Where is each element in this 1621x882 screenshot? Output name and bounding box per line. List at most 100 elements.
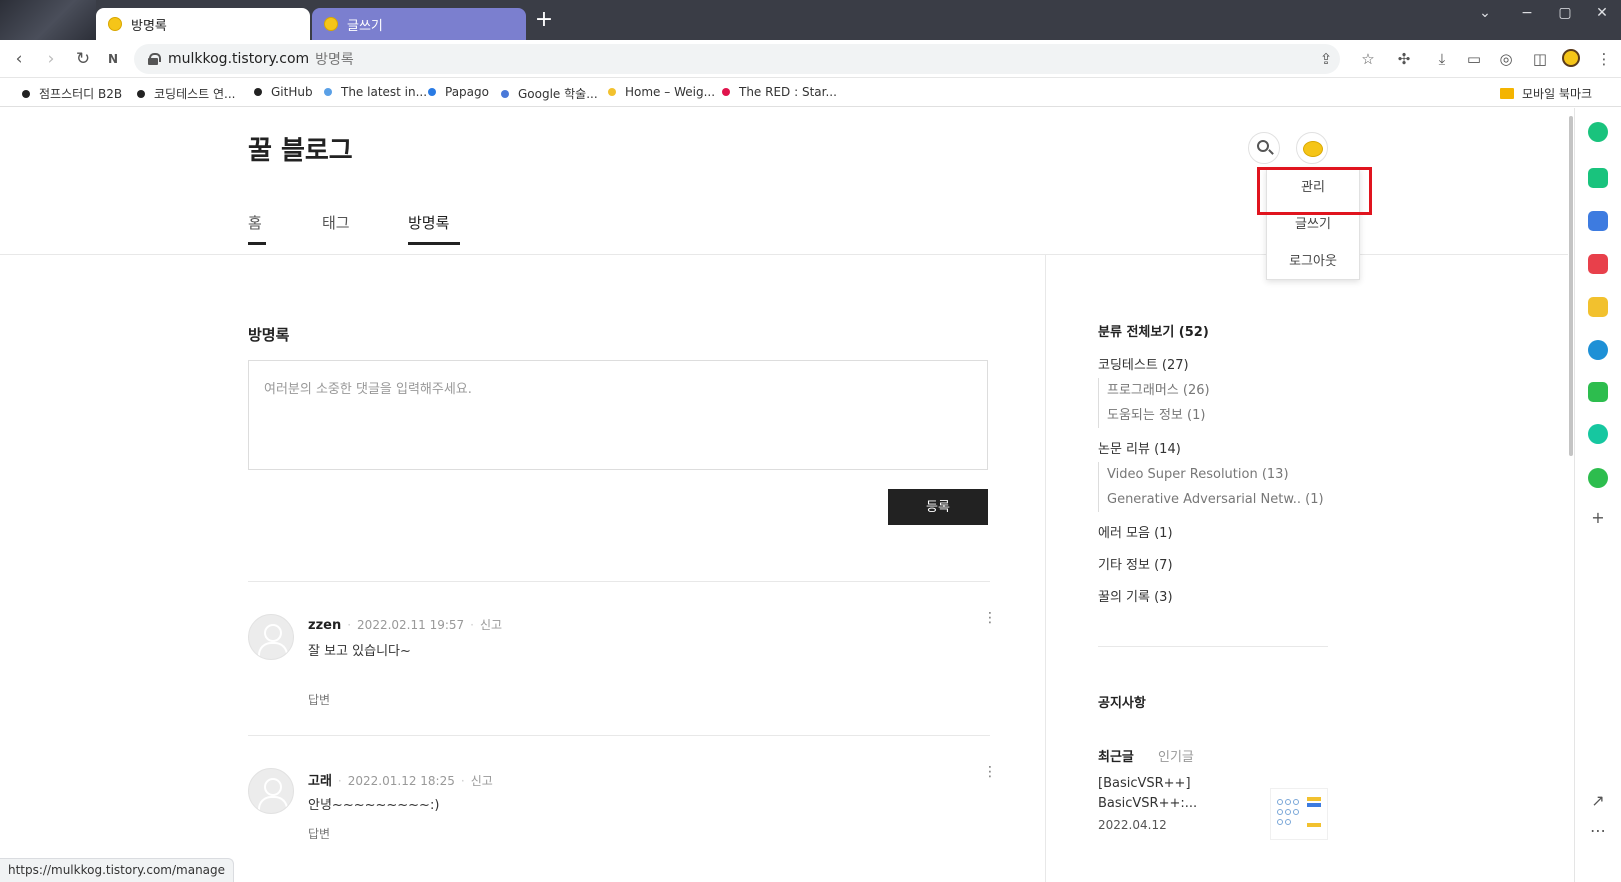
profile-avatar-icon[interactable] [1562, 49, 1582, 69]
reply-link[interactable]: 답변 [308, 691, 330, 708]
bookmark-dot-icon [324, 88, 332, 96]
more-options-icon[interactable]: ⋮ [983, 611, 997, 625]
recent-post-title-line2[interactable]: BasicVSR++:... [1098, 796, 1197, 811]
pocket-app-icon[interactable] [1588, 254, 1608, 274]
bookmark-label: The latest in... [341, 85, 428, 99]
bookmark-item[interactable]: GitHub [254, 85, 313, 99]
extensions-puzzle-icon[interactable]: ✣ [1394, 49, 1414, 69]
category-all[interactable]: 분류 전체보기 (52) [1098, 321, 1209, 340]
nav-active-bar [408, 242, 460, 245]
category-coding[interactable]: 코딩테스트 (27) [1098, 354, 1189, 373]
lock-icon[interactable] [148, 53, 161, 65]
more-options-icon[interactable]: ⋮ [983, 765, 997, 779]
bookmark-star-icon[interactable]: ☆ [1358, 49, 1378, 69]
thumb-mark [1285, 809, 1291, 815]
subcategory-programmers[interactable]: 프로그래머스 (26) [1098, 378, 1210, 403]
nav-tag[interactable]: 태그 [322, 212, 350, 246]
screenshot-icon[interactable]: ◎ [1496, 49, 1516, 69]
mobile-bookmarks-folder[interactable]: 모바일 북마크 [1500, 85, 1592, 102]
close-window-icon[interactable]: ✕ [1582, 0, 1621, 26]
thumb-mark [1307, 797, 1321, 801]
scrollbar-thumb[interactable] [1569, 116, 1573, 456]
category-etc[interactable]: 기타 정보 (7) [1098, 554, 1173, 573]
tab-guestbook[interactable]: 방명록 [96, 8, 310, 40]
bookmark-item[interactable]: Google 학술... [501, 85, 598, 102]
sidebar-divider [1045, 254, 1046, 882]
tab-popular[interactable]: 인기글 [1158, 746, 1194, 765]
notification-app-icon[interactable] [1588, 168, 1608, 188]
edge-app-icon[interactable] [1588, 340, 1608, 360]
bookmark-label: The RED : Star... [739, 85, 837, 99]
tab-write[interactable]: 글쓰기 [312, 8, 526, 40]
avatar-icon [248, 768, 294, 814]
more-horizontal-icon[interactable]: ⋯ [1587, 820, 1609, 842]
add-app-icon[interactable]: + [1587, 507, 1609, 529]
address-bar[interactable]: mulkkog.tistory.com 방명록 [134, 44, 1340, 74]
report-link[interactable]: 신고 [480, 618, 502, 632]
menu-kebab-icon[interactable]: ⋮ [1594, 49, 1614, 69]
menu-item-logout[interactable]: 로그아웃 [1267, 243, 1359, 280]
subcategory-info[interactable]: 도움되는 정보 (1) [1098, 403, 1205, 428]
category-records[interactable]: 꿀의 기록 (3) [1098, 586, 1173, 605]
share-icon[interactable]: ⇪ [1316, 49, 1336, 69]
new-tab-icon[interactable]: + [534, 9, 554, 31]
bookmark-dot-icon [722, 88, 730, 96]
bookmark-item[interactable]: The latest in... [324, 85, 427, 99]
nav-label: 태그 [322, 214, 350, 232]
bookmark-dot-icon [137, 89, 145, 98]
green-circle-app-icon[interactable] [1588, 122, 1608, 142]
bookmark-item[interactable]: 코딩테스트 연... [137, 85, 236, 102]
badge-app-icon[interactable] [1588, 468, 1608, 488]
favicon-icon [108, 17, 122, 31]
download-icon[interactable]: ⤓ [1432, 49, 1452, 69]
capture-icon[interactable]: ▭ [1464, 49, 1484, 69]
status-bar-url: https://mulkkog.tistory.com/manage [0, 858, 235, 882]
star-app-icon[interactable] [1588, 297, 1608, 317]
play-app-icon[interactable] [1588, 424, 1608, 444]
divider [248, 735, 990, 736]
notion-extension-icon[interactable]: N [102, 48, 124, 70]
url-page-title: 방명록 [315, 52, 354, 68]
blog-title[interactable]: 꿀 블로그 [248, 130, 353, 167]
side-panel-icon[interactable]: ◫ [1530, 49, 1550, 69]
forward-arrow-icon[interactable]: › [40, 48, 62, 70]
comment-textarea[interactable]: 여러분의 소중한 댓글을 입력해주세요. [248, 360, 988, 470]
recent-post-thumbnail[interactable] [1270, 788, 1328, 840]
thumb-mark [1277, 799, 1283, 805]
maximize-icon[interactable]: ▢ [1545, 0, 1585, 26]
bookmark-item[interactable]: 점프스터디 B2B [22, 85, 122, 102]
recent-post-title-line1[interactable]: [BasicVSR++] [1098, 776, 1191, 791]
subcategory-vsr[interactable]: Video Super Resolution (13) [1098, 462, 1289, 487]
report-link[interactable]: 신고 [471, 774, 493, 788]
briefcase-app-icon[interactable] [1588, 211, 1608, 231]
category-errors[interactable]: 에러 모음 (1) [1098, 522, 1173, 541]
bookmark-item[interactable]: Papago [428, 85, 489, 99]
highlight-box [1257, 167, 1372, 215]
reply-link[interactable]: 답변 [308, 825, 330, 842]
reload-icon[interactable]: ↻ [72, 48, 94, 70]
comment-date: 2022.01.12 18:25 [347, 774, 455, 788]
bookmark-label: Home – Weig... [625, 85, 716, 99]
tab-recent[interactable]: 최근글 [1098, 746, 1134, 765]
nav-home[interactable]: 홈 [248, 212, 266, 246]
category-paper-review[interactable]: 논문 리뷰 (14) [1098, 438, 1181, 457]
profile-button[interactable] [1296, 132, 1328, 164]
minimize-icon[interactable]: − [1507, 0, 1547, 26]
nav-guestbook[interactable]: 방명록 [408, 212, 460, 246]
bookmark-dot-icon [428, 88, 436, 96]
submit-button[interactable]: 등록 [888, 489, 988, 525]
search-button[interactable] [1248, 132, 1280, 164]
back-arrow-icon[interactable]: ‹ [8, 48, 30, 70]
avatar-icon [248, 614, 294, 660]
tab-strip: 방명록 글쓰기 + ⌄ − ▢ ✕ [0, 0, 1621, 40]
thumb-mark [1307, 803, 1321, 807]
comment-author: zzen [308, 618, 342, 633]
comment-meta: 고래 · 2022.01.12 18:25 · 신고 [308, 774, 493, 789]
external-link-icon[interactable]: ↗ [1587, 790, 1609, 812]
tab-search-chevron-icon[interactable]: ⌄ [1465, 0, 1505, 26]
folder-icon [1500, 88, 1514, 99]
bookmark-item[interactable]: Home – Weig... [608, 85, 715, 99]
bookmark-item[interactable]: The RED : Star... [722, 85, 837, 99]
line-app-icon[interactable] [1588, 382, 1608, 402]
subcategory-gan[interactable]: Generative Adversarial Netw.. (1) [1098, 487, 1324, 512]
